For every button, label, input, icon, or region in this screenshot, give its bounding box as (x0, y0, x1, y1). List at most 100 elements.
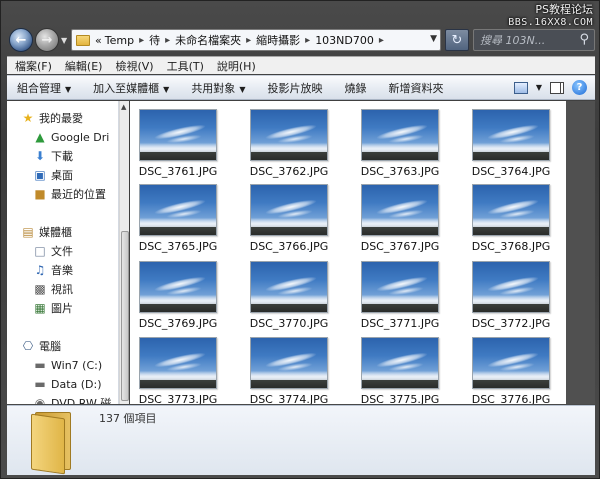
menu-file[interactable]: 檔案(F) (15, 58, 52, 74)
sidebar-item-videos[interactable]: ▩ 視訊 (33, 280, 73, 298)
photo-thumbnail (472, 184, 550, 236)
address-prefix[interactable]: « (95, 34, 102, 47)
sidebar-item-libraries[interactable]: ▤ 媒體櫃 (21, 223, 72, 241)
sidebar-item-label: 最近的位置 (51, 188, 106, 201)
breadcrumb-separator-icon[interactable]: ▸ (379, 35, 384, 46)
views-dropdown-icon[interactable]: ▼ (536, 83, 542, 92)
file-name: DSC_3773.JPG (138, 393, 218, 404)
photo-thumbnail (250, 184, 328, 236)
file-name: DSC_3768.JPG (471, 240, 551, 253)
file-item[interactable]: DSC_3770.JPG (241, 261, 337, 331)
file-item[interactable]: DSC_3768.JPG (463, 184, 559, 254)
file-name: DSC_3774.JPG (249, 393, 329, 404)
file-item[interactable]: DSC_3776.JPG (463, 337, 559, 404)
file-item[interactable]: DSC_3763.JPG (352, 109, 448, 179)
back-arrow-icon[interactable]: ← (9, 28, 33, 52)
file-name: DSC_3771.JPG (360, 317, 440, 330)
breadcrumb-item[interactable]: Temp (105, 34, 134, 47)
file-item[interactable]: DSC_3771.JPG (352, 261, 448, 331)
sidebar-item-downloads[interactable]: ⬇ 下載 (33, 147, 73, 165)
sidebar-item-recent-places[interactable]: ■ 最近的位置 (33, 185, 106, 203)
sidebar-item-documents[interactable]: □ 文件 (33, 242, 73, 260)
file-item[interactable]: DSC_3773.JPG (130, 337, 226, 404)
file-name: DSC_3775.JPG (360, 393, 440, 404)
google-drive-icon: ▲ (35, 130, 45, 144)
address-bar[interactable]: « Temp ▸ 待 ▸ 未命名檔案夾 ▸ 縮時攝影 ▸ 103ND700 ▸ … (71, 29, 441, 51)
photo-thumbnail (472, 337, 550, 389)
new-folder-button[interactable]: 新增資料夾 (388, 80, 443, 96)
add-to-library-button[interactable]: 加入至媒體櫃 ▼ (93, 80, 169, 96)
menu-help[interactable]: 說明(H) (217, 58, 256, 74)
navigation-row: ← → ▼ « Temp ▸ 待 ▸ 未命名檔案夾 ▸ 縮時攝影 ▸ 103ND… (7, 27, 595, 53)
organize-label: 組合管理 (17, 81, 61, 95)
scrollbar-thumb[interactable] (121, 231, 129, 401)
photo-thumbnail (250, 261, 328, 313)
file-item[interactable]: DSC_3766.JPG (241, 184, 337, 254)
photo-thumbnail (361, 184, 439, 236)
burn-button[interactable]: 燒錄 (344, 80, 366, 96)
file-item[interactable]: DSC_3772.JPG (463, 261, 559, 331)
sidebar-item-computer[interactable]: ⎔ 電腦 (21, 337, 61, 355)
sidebar-item-label: Google Dri (51, 130, 110, 144)
share-with-button[interactable]: 共用對象 ▼ (191, 80, 245, 96)
file-item[interactable]: DSC_3761.JPG (130, 109, 226, 179)
slideshow-button[interactable]: 投影片放映 (267, 80, 322, 96)
file-item[interactable]: DSC_3762.JPG (241, 109, 337, 179)
scroll-up-icon[interactable]: ▲ (121, 103, 126, 111)
sidebar-item-label: 圖片 (51, 302, 73, 315)
breadcrumb-item[interactable]: 103ND700 (315, 34, 374, 47)
file-name: DSC_3761.JPG (138, 165, 218, 178)
sidebar-item-music[interactable]: ♫ 音樂 (33, 261, 73, 279)
file-name: DSC_3764.JPG (471, 165, 551, 178)
breadcrumb-separator-icon[interactable]: ▸ (305, 35, 310, 46)
explorer-window: PS教程论坛 BBS.16XX8.COM ← → ▼ « Temp ▸ 待 ▸ … (0, 0, 600, 479)
address-dropdown-icon[interactable]: ▼ (430, 34, 437, 44)
navigation-pane-scrollbar[interactable]: ▲ (119, 101, 129, 404)
preview-pane-icon[interactable] (550, 81, 564, 94)
breadcrumb-separator-icon[interactable]: ▸ (165, 35, 170, 46)
file-item[interactable]: DSC_3769.JPG (130, 261, 226, 331)
photo-thumbnail (250, 337, 328, 389)
desktop-icon: ▣ (34, 168, 46, 182)
file-item[interactable]: DSC_3775.JPG (352, 337, 448, 404)
forward-arrow-icon[interactable]: → (35, 28, 59, 52)
sidebar-item-google-drive[interactable]: ▲ Google Dri (33, 128, 109, 146)
menu-edit[interactable]: 編輯(E) (65, 58, 103, 74)
add-to-library-label: 加入至媒體櫃 (93, 81, 160, 95)
search-input[interactable]: 搜尋 103N... ⚲ (473, 29, 595, 51)
recent-places-icon: ■ (34, 187, 46, 201)
recent-pages-dropdown[interactable]: ▼ (61, 36, 67, 45)
sidebar-item-drive-d[interactable]: ▬ Data (D:) (33, 375, 101, 393)
search-icon[interactable]: ⚲ (579, 32, 589, 47)
sidebar-item-dvd-drive[interactable]: ◉ DVD RW 磁 (33, 394, 112, 404)
sidebar-item-favorites[interactable]: ★ 我的最愛 (21, 109, 83, 127)
photo-thumbnail (361, 109, 439, 161)
sidebar-item-label: 視訊 (51, 283, 73, 296)
menu-view[interactable]: 檢視(V) (115, 58, 153, 74)
views-icon[interactable] (513, 81, 528, 94)
breadcrumb-item[interactable]: 縮時攝影 (256, 32, 300, 48)
breadcrumb-separator-icon[interactable]: ▸ (246, 35, 251, 46)
sidebar-item-pictures[interactable]: ▦ 圖片 (33, 299, 73, 317)
sidebar-item-drive-c[interactable]: ▬ Win7 (C:) (33, 356, 102, 374)
sidebar-item-desktop[interactable]: ▣ 桌面 (33, 166, 73, 184)
help-icon[interactable]: ? (572, 80, 587, 95)
menu-tools[interactable]: 工具(T) (167, 58, 204, 74)
photo-thumbnail (139, 337, 217, 389)
computer-icon: ⎔ (22, 339, 34, 353)
file-item[interactable]: DSC_3764.JPG (463, 109, 559, 179)
breadcrumb-item[interactable]: 待 (149, 32, 160, 48)
file-name: DSC_3763.JPG (360, 165, 440, 178)
star-icon: ★ (22, 111, 34, 125)
refresh-icon[interactable]: ↻ (445, 29, 469, 51)
file-name: DSC_3776.JPG (471, 393, 551, 404)
file-item[interactable]: DSC_3765.JPG (130, 184, 226, 254)
organize-button[interactable]: 組合管理 ▼ (17, 80, 71, 96)
breadcrumb-separator-icon[interactable]: ▸ (139, 35, 144, 46)
chevron-down-icon: ▼ (65, 84, 72, 94)
file-name: DSC_3767.JPG (360, 240, 440, 253)
breadcrumb-item[interactable]: 未命名檔案夾 (175, 32, 241, 48)
file-item[interactable]: DSC_3774.JPG (241, 337, 337, 404)
file-item[interactable]: DSC_3767.JPG (352, 184, 448, 254)
drive-icon: ▬ (34, 377, 46, 391)
